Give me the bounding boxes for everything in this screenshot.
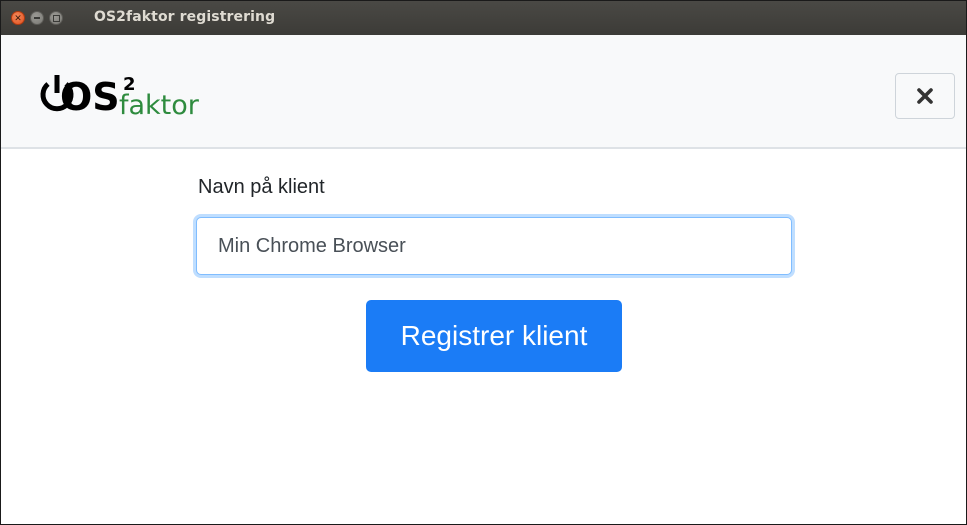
app-window: ✕ OS2faktor registrering OS 2 faktor Nav… — [0, 0, 967, 525]
title-bar: ✕ OS2faktor registrering — [1, 1, 966, 35]
window-minimize-icon[interactable] — [30, 11, 44, 25]
close-icon — [917, 88, 933, 104]
register-client-button[interactable]: Registrer klient — [366, 300, 622, 372]
window-maximize-icon[interactable] — [49, 11, 63, 25]
os2faktor-logo: OS 2 faktor — [40, 74, 200, 121]
window-close-icon[interactable]: ✕ — [11, 11, 25, 25]
logo-os-text: OS — [60, 75, 120, 119]
close-button[interactable] — [895, 73, 955, 119]
client-name-label: Navn på klient — [198, 176, 325, 198]
window-title: OS2faktor registrering — [94, 9, 276, 25]
logo-faktor-text: faktor — [119, 90, 200, 121]
client-name-input[interactable] — [196, 217, 792, 275]
app-header: OS 2 faktor — [1, 35, 966, 149]
